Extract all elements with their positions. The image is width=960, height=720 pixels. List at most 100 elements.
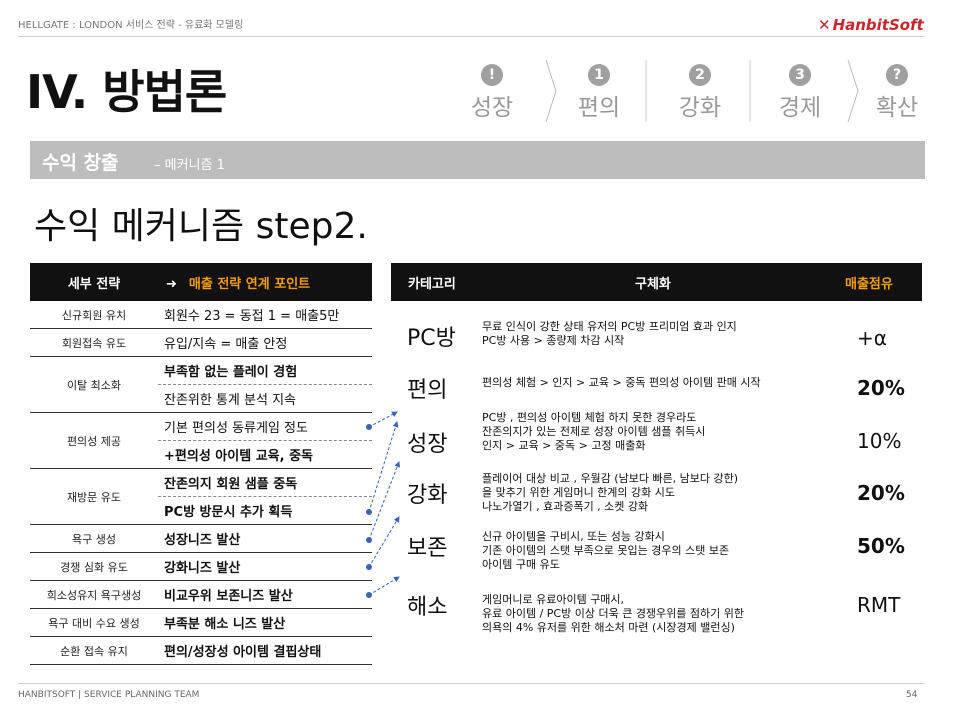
- desc-line: 플레이어 대상 비교 , 우월감 (남보다 빠른, 남보다 강한): [482, 472, 739, 485]
- logo-mark-icon: ✕: [818, 16, 831, 34]
- desc-line: 편의성 체험 > 인지 > 교육 > 중독 편의성 아이템 판매 시작: [482, 376, 761, 389]
- header-share: 매출점유: [845, 277, 893, 292]
- connector-dot: [366, 564, 372, 570]
- header-detail: 구체화: [635, 277, 671, 292]
- table-row: 욕구 생성 성장니즈 발산: [30, 524, 372, 553]
- step-label: 성장: [470, 95, 514, 121]
- step-label: 강화: [678, 95, 722, 121]
- table-row: 재방문 유도 잔존의지 회원 샘플 중독: [30, 468, 372, 525]
- point-cell: 기본 편의성 동류게임 정도: [158, 412, 372, 441]
- arrow-right-icon: ➜: [166, 276, 177, 292]
- header-link-point-label: 매출 전략 연계 포인트: [188, 276, 311, 292]
- desc-line: 게임머니로 유료아이템 구매시,: [482, 593, 625, 606]
- category-desc: 게임머니로 유료아이템 구매시, 유료 아이템 / PC방 이상 더욱 큰 경쟁…: [482, 593, 744, 635]
- table-row: 욕구 대비 수요 생성 부족분 해소 니즈 발산: [30, 608, 372, 637]
- desc-line: 잔존의지가 있는 전제로 성장 아이템 샘플 취득시: [482, 425, 706, 438]
- connector-dot: [366, 537, 372, 543]
- strategy-cell: 회원접속 유도: [30, 328, 158, 357]
- step-convenience: 1 편의: [569, 64, 629, 122]
- share-value: 20%: [857, 376, 905, 400]
- header-category: 카테고리: [408, 277, 456, 292]
- desc-line: 의욕의 4% 유저를 위한 해소처 마련 (시장경제 밸런싱): [482, 621, 735, 634]
- strategy-cell: 이탈 최소화: [30, 356, 158, 413]
- point-cell: 강화니즈 발산: [158, 552, 372, 581]
- step-number-icon: ?: [886, 64, 908, 86]
- connector-arrow: [368, 411, 398, 428]
- step-number-icon: 3: [789, 64, 811, 86]
- footer-text: HANBITSOFT | SERVICE PLANNING TEAM: [18, 690, 200, 700]
- divider-line: [749, 60, 751, 122]
- footer-divider: [18, 683, 924, 684]
- strategy-cell: 희소성유지 욕구생성: [30, 580, 158, 609]
- point-cell: 잔존의지 회원 샘플 중독: [158, 468, 372, 497]
- category-desc: 무료 인식이 강한 상태 유저의 PC방 프리미엄 효과 인지 PC방 사용 >…: [482, 320, 737, 348]
- strategy-cell: 재방문 유도: [30, 468, 158, 525]
- point-cell: 부족함 없는 플레이 경험: [158, 356, 372, 385]
- category-label: PC방: [407, 326, 456, 351]
- desc-line: 무료 인식이 강한 상태 유저의 PC방 프리미엄 효과 인지: [482, 320, 737, 333]
- point-cell: 부족분 해소 니즈 발산: [158, 608, 372, 637]
- connector-arrow: [368, 421, 399, 513]
- desc-line: 나노가열기 , 효과증폭기 , 소켓 강화: [482, 500, 649, 513]
- strategy-cell: 신규회원 유치: [30, 301, 158, 329]
- share-value: RMT: [857, 593, 901, 617]
- section-band: 수익 창출 – 메커니즘 1: [30, 141, 925, 179]
- table-row: 회원접속 유도 유입/지속 = 매출 안정: [30, 328, 372, 357]
- point-cell: 유입/지속 = 매출 안정: [158, 328, 372, 357]
- step-label: 편의: [577, 95, 621, 121]
- point-cell: 성장니즈 발산: [158, 524, 372, 553]
- header-divider: [18, 36, 924, 37]
- connector-arrow: [368, 516, 400, 568]
- step-enhance: 2 강화: [670, 64, 730, 122]
- page-title: IV. 방법론: [26, 65, 227, 119]
- slide-subtitle: 수익 메커니즘 step2.: [34, 206, 368, 247]
- table-row: 이탈 최소화 부족함 없는 플레이 경험: [30, 356, 372, 413]
- table-row: 순환 접속 유지 편의/성장성 아이템 결핍상태: [30, 636, 372, 665]
- document-title: HELLGATE : LONDON 서비스 전략 - 유료화 모델링: [18, 20, 244, 31]
- step-label: 경제: [778, 95, 822, 121]
- desc-line: 유료 아이템 / PC방 이상 더욱 큰 경쟁우위를 점하기 위한: [482, 607, 745, 620]
- strategy-cell: 욕구 대비 수요 생성: [30, 608, 158, 637]
- page-number: 54: [906, 690, 918, 700]
- category-desc: 신규 아이템을 구비시, 또는 성능 강화시 기존 아이템의 스탯 부족으로 못…: [482, 530, 729, 572]
- connector-arrows: [366, 411, 401, 598]
- step-number-icon: 2: [689, 64, 711, 86]
- desc-line: 기존 아이템의 스탯 부족으로 못입는 경우의 스탯 보존: [482, 544, 730, 557]
- connector-dot: [366, 592, 372, 598]
- table-row: 편의성 제공 기본 편의성 동류게임 정도: [30, 412, 372, 469]
- share-value: 50%: [857, 534, 905, 558]
- table-row: 희소성유지 욕구생성 비교우위 보존니즈 발산: [30, 580, 372, 609]
- point-cell: 회원수 23 = 동접 1 = 매출5만: [158, 301, 372, 329]
- step-number-icon: 1: [588, 64, 610, 86]
- table-header-row: 세부 전략 ➜ 매출 전략 연계 포인트: [30, 263, 372, 301]
- step-navigation: ! 성장 1 편의 2 강화 3 경제 ? 확산: [462, 59, 942, 124]
- step-label: 확산: [875, 95, 919, 121]
- connector-dot: [366, 424, 372, 430]
- section-title: 수익 창출: [42, 152, 119, 174]
- share-value: 10%: [857, 429, 902, 453]
- point-cell: 편의/성장성 아이템 결핍상태: [158, 636, 372, 665]
- table-row: 경쟁 심화 유도 강화니즈 발산: [30, 552, 372, 581]
- share-value: 20%: [857, 481, 905, 505]
- strategy-table: 세부 전략 ➜ 매출 전략 연계 포인트 신규회원 유치 회원수 23 = 동접 …: [30, 263, 372, 665]
- step-spread: ? 확산: [867, 64, 927, 122]
- desc-line: 을 맞추기 위한 게임머니 한계의 강화 시도: [482, 486, 676, 499]
- company-logo: ✕ HanbitSoft: [818, 16, 924, 34]
- step-number-icon: !: [481, 64, 503, 86]
- desc-line: 인지 > 교육 > 중독 > 고정 매출화: [482, 439, 646, 452]
- header-link-point: ➜ 매출 전략 연계 포인트: [158, 263, 372, 301]
- step-economy: 3 경제: [770, 64, 830, 122]
- strategy-cell: 경쟁 심화 유도: [30, 552, 158, 581]
- strategy-cell: 욕구 생성: [30, 524, 158, 553]
- chevron-right-icon: [847, 59, 859, 123]
- divider-line: [645, 60, 647, 122]
- desc-line: 아이템 구매 유도: [482, 558, 560, 571]
- point-cell: 잔존위한 통계 분석 지속: [158, 384, 372, 413]
- connector-arrow: [368, 461, 401, 541]
- category-desc: 플레이어 대상 비교 , 우월감 (남보다 빠른, 남보다 강한) 을 맞추기 …: [482, 472, 738, 514]
- point-cell: +편의성 아이템 교육, 중독: [158, 440, 372, 469]
- strategy-cell: 순환 접속 유지: [30, 636, 158, 665]
- point-cell: 비교우위 보존니즈 발산: [158, 580, 372, 609]
- desc-line: 신규 아이템을 구비시, 또는 성능 강화시: [482, 530, 665, 543]
- category-desc: 편의성 체험 > 인지 > 교육 > 중독 편의성 아이템 판매 시작: [482, 376, 761, 390]
